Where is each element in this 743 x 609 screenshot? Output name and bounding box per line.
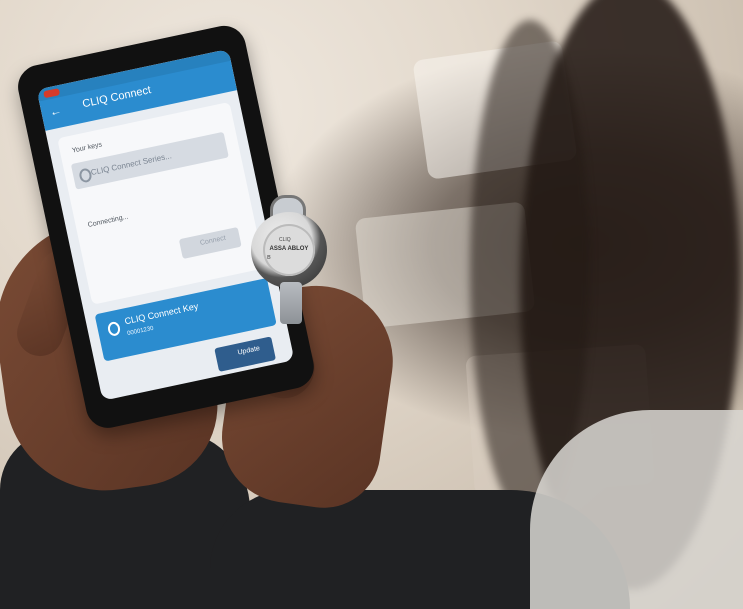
keyfob-body: CLIQ ʙ ASSA ABLOY	[251, 212, 327, 288]
phone-screen: ← CLIQ Connect Your keys CLIQ Connect Se…	[36, 48, 295, 401]
connect-button[interactable]: Connect	[178, 226, 242, 259]
keys-section-label: Your keys	[71, 141, 103, 155]
keyfob-small-text: CLIQ	[279, 237, 291, 243]
keyfob-brand: ASSA ABLOY	[269, 246, 309, 252]
photo-scene: ← CLIQ Connect Your keys CLIQ Connect Se…	[0, 0, 743, 609]
bluetooth-icon: ʙ	[267, 254, 271, 261]
connect-button-label: Connect	[199, 234, 227, 248]
update-button[interactable]: Update	[214, 336, 276, 372]
key-blade	[280, 282, 302, 324]
selected-key-field[interactable]: CLIQ Connect Series...	[70, 131, 229, 190]
update-button-label: Update	[237, 345, 261, 357]
connected-key-subtitle: 00001230	[126, 325, 155, 338]
keys-card: Your keys CLIQ Connect Series... Connect…	[57, 101, 265, 305]
connected-key-title: CLIQ Connect Key	[123, 300, 200, 327]
key-card-icon	[106, 320, 122, 337]
selected-key-label: CLIQ Connect Series...	[90, 151, 173, 178]
back-icon[interactable]: ←	[48, 103, 63, 119]
keyfob-face: CLIQ ʙ ASSA ABLOY	[263, 224, 315, 276]
connecting-status: Connecting...	[87, 213, 130, 229]
